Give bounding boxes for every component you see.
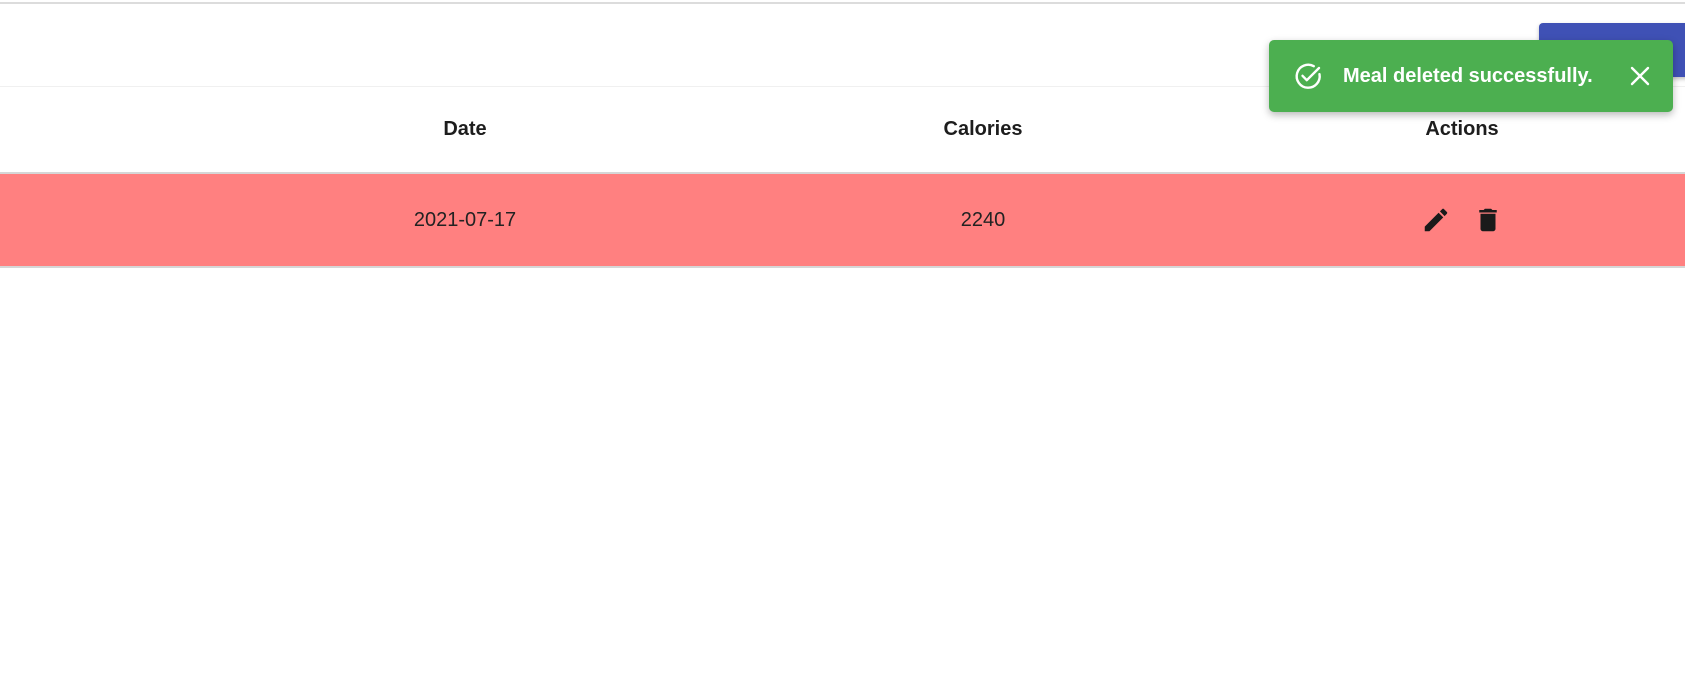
trash-icon	[1479, 208, 1497, 232]
column-header-date[interactable]: Date	[443, 86, 486, 172]
close-icon	[1630, 66, 1650, 86]
column-header-calories[interactable]: Calories	[944, 86, 1023, 172]
check-circle-icon	[1293, 61, 1323, 91]
success-toast: Meal deleted successfully.	[1269, 40, 1673, 112]
table-row[interactable]: 2021-07-17 2240	[0, 174, 1685, 268]
cell-date: 2021-07-17	[413, 209, 517, 231]
meals-table: Date Calories Actions 2021-07-17 2240	[0, 86, 1685, 268]
edit-meal-button[interactable]	[1420, 204, 1452, 236]
pencil-icon	[1424, 208, 1448, 232]
toast-message: Meal deleted successfully.	[1343, 64, 1593, 87]
delete-meal-button[interactable]	[1472, 204, 1504, 236]
meals-page: ADD MEAL Date Calories Actions 2021-07-1…	[0, 0, 1685, 677]
cell-calories: 2240	[960, 209, 1006, 231]
row-actions	[1420, 174, 1504, 266]
toast-close-button[interactable]	[1625, 61, 1655, 91]
